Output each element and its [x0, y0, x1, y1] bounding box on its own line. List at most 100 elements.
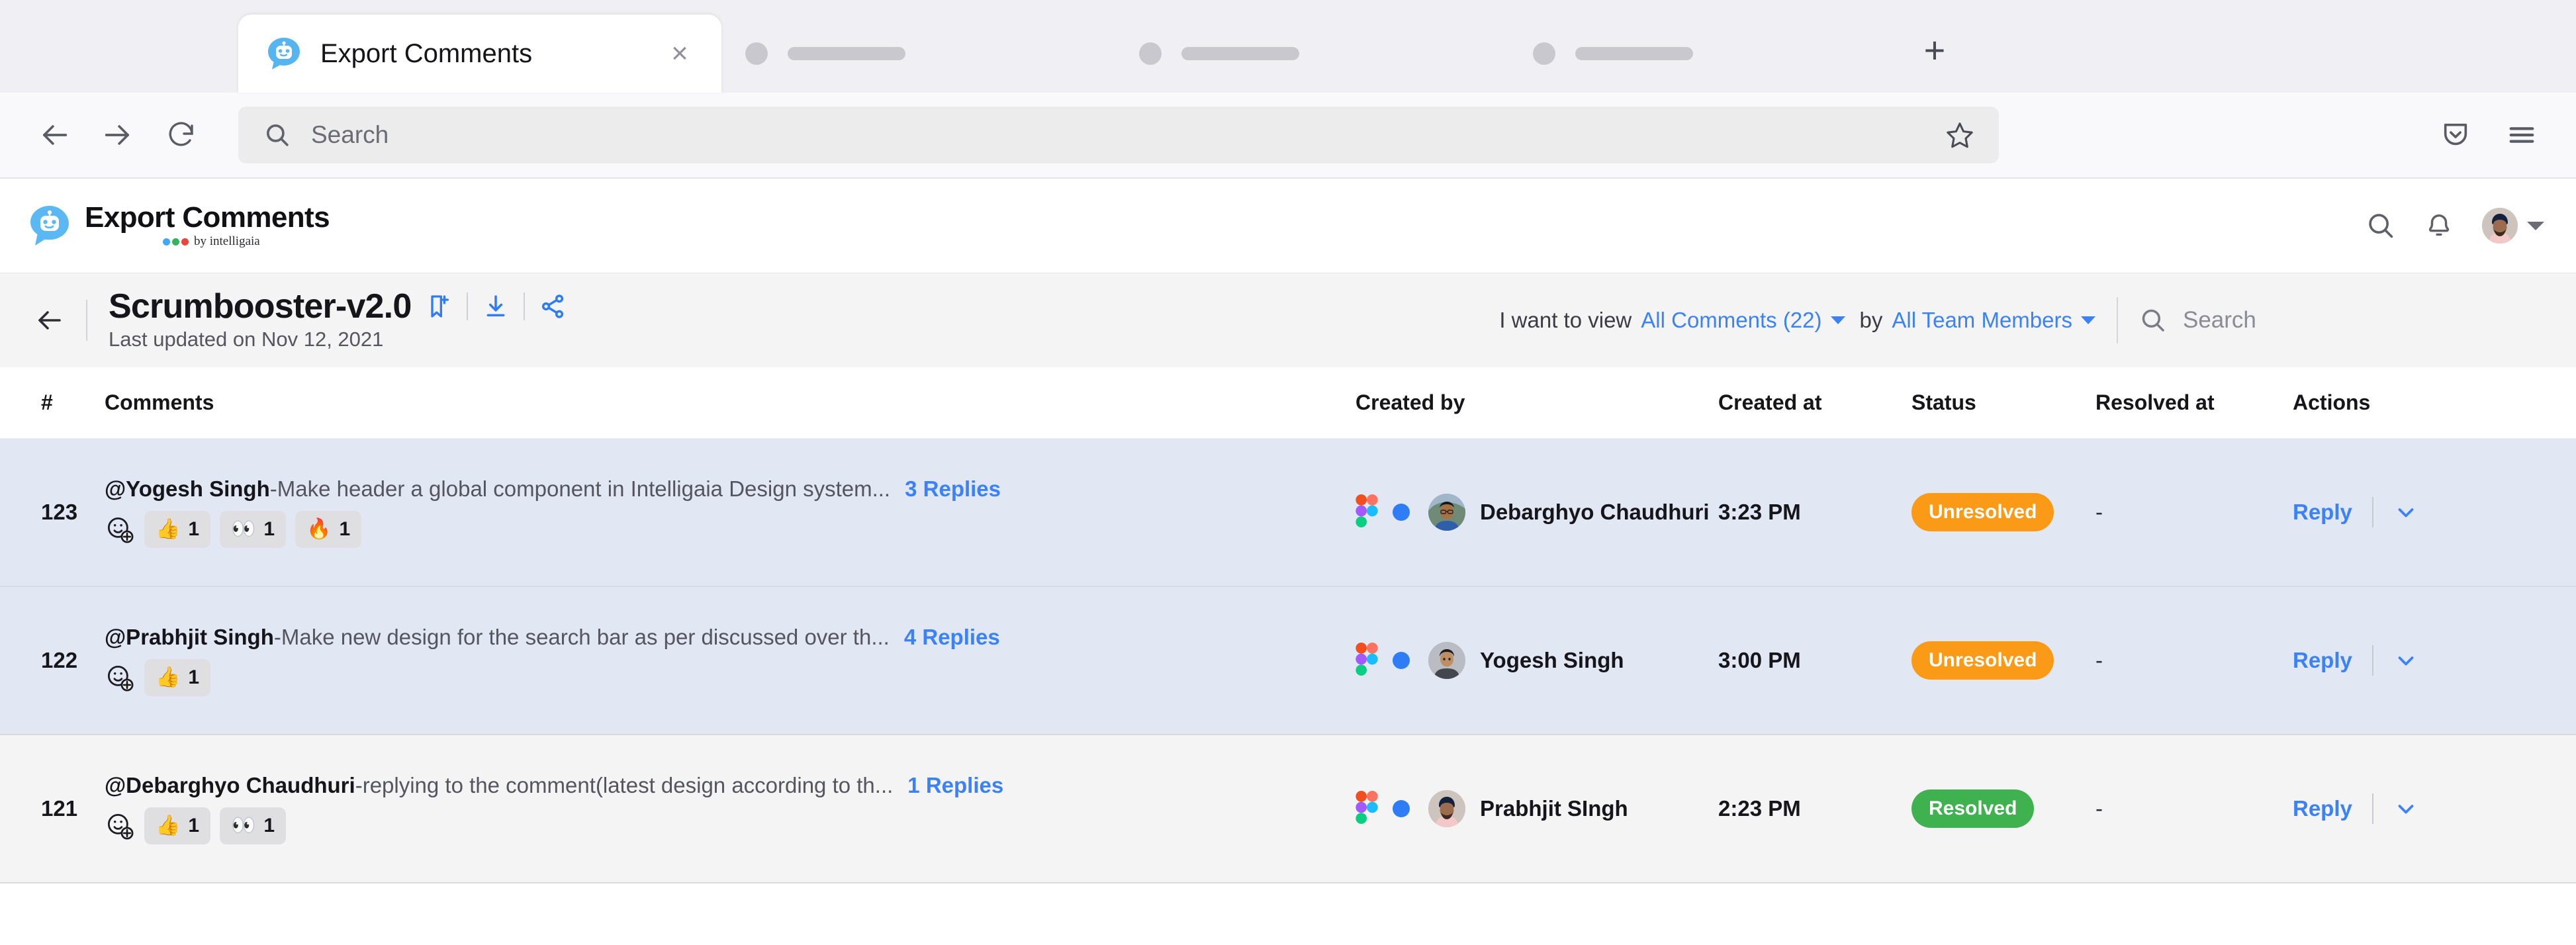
created-at-cell: 3:00 PM	[1718, 648, 1911, 673]
share-icon[interactable]	[539, 293, 566, 320]
reaction-count: 1	[188, 815, 199, 837]
status-cell: Resolved	[1911, 789, 2095, 828]
status-dot-icon	[1393, 800, 1410, 817]
reply-button[interactable]: Reply	[2293, 796, 2352, 821]
chevron-down-icon[interactable]	[2081, 316, 2095, 324]
page-title-row: Scrumbooster-v2.0	[109, 289, 566, 324]
loading-tab-1[interactable]	[721, 15, 1115, 93]
column-header-number: #	[0, 390, 78, 415]
reaction-chip[interactable]: 🔥1	[295, 511, 361, 548]
user-menu[interactable]	[2482, 208, 2544, 244]
replies-link[interactable]: 4 Replies	[904, 625, 1000, 650]
reaction-count: 1	[263, 518, 275, 541]
comment-separator: -	[355, 773, 363, 798]
download-icon[interactable]	[483, 293, 509, 320]
chevron-down-icon[interactable]	[1831, 316, 1845, 324]
reaction-chip[interactable]: 👍1	[144, 511, 210, 548]
add-reaction-icon[interactable]	[105, 662, 135, 693]
pocket-icon[interactable]	[2424, 103, 2487, 167]
loading-tab-2[interactable]	[1115, 15, 1509, 93]
reaction-emoji: 👀	[231, 519, 255, 539]
reload-icon[interactable]	[150, 103, 213, 167]
search-icon[interactable]	[2366, 210, 2396, 241]
browser-nav-bar: Search	[0, 93, 2576, 179]
status-badge: Unresolved	[1911, 493, 2054, 531]
filter-bar: I want to view All Comments (22) by All …	[1499, 297, 2576, 343]
comment-author[interactable]: @Prabhjit Singh	[105, 625, 274, 650]
avatar	[1428, 642, 1465, 679]
column-header-actions: Actions	[2293, 390, 2576, 415]
reply-button[interactable]: Reply	[2293, 648, 2352, 673]
replies-link[interactable]: 1 Replies	[907, 773, 1003, 798]
comments-search-input[interactable]: Search	[2139, 306, 2576, 334]
reaction-emoji: 🔥	[306, 519, 331, 539]
table-row[interactable]: 123@Yogesh Singh - Make header a global …	[0, 439, 2576, 587]
comments-filter-dropdown[interactable]: All Comments (22)	[1641, 308, 1821, 333]
reactions-bar: 👍1👀1	[105, 807, 1356, 844]
intelligaia-dots	[163, 238, 189, 246]
table-row[interactable]: 121 @Debarghyo Chaudhuri - replying to th…	[0, 735, 2576, 883]
back-arrow-icon[interactable]	[23, 103, 86, 167]
close-icon[interactable]: ×	[663, 37, 696, 70]
notification-bell-icon[interactable]	[2424, 210, 2454, 241]
browser-tab-title: Export Comments	[320, 39, 645, 69]
row-number: 121	[41, 796, 77, 821]
new-tab-button[interactable]: +	[1903, 19, 1966, 82]
resolved-at-value: -	[2095, 500, 2103, 524]
browser-tab-export-comments[interactable]: Export Comments ×	[238, 15, 721, 93]
reaction-chip[interactable]: 👍1	[144, 659, 210, 696]
chevron-down-icon[interactable]	[2393, 648, 2418, 673]
comment-body: replying to the comment(latest design ac…	[363, 773, 894, 798]
brand-text: Export Comments by intelligaia	[85, 202, 330, 249]
status-cell: Unresolved	[1911, 641, 2095, 680]
tab-favicon-placeholder	[745, 42, 768, 65]
forward-arrow-icon[interactable]	[86, 103, 150, 167]
chevron-down-icon[interactable]	[2393, 796, 2418, 821]
comment-author[interactable]: @Yogesh Singh	[105, 476, 270, 502]
resolved-at-cell: -	[2095, 648, 2293, 673]
brand-logo-group[interactable]: Export Comments by intelligaia	[28, 202, 330, 249]
toolbar-divider	[524, 292, 525, 320]
comment-author[interactable]: @Debarghyo Chaudhuri	[105, 773, 355, 798]
created-by-cell: Prabhjit SIngh	[1356, 790, 1718, 827]
created-at-cell: 2:23 PM	[1718, 796, 1911, 821]
add-reaction-icon[interactable]	[105, 514, 135, 545]
resolved-at-cell: -	[2095, 500, 2293, 525]
status-cell: Unresolved	[1911, 493, 2095, 531]
reply-button[interactable]: Reply	[2293, 500, 2352, 525]
created-by-cell: Yogesh Singh	[1356, 642, 1718, 679]
members-filter-dropdown[interactable]: All Team Members	[1892, 308, 2072, 333]
app-header-actions	[2366, 208, 2544, 244]
url-placeholder: Search	[311, 121, 1925, 149]
reaction-emoji: 👍	[156, 816, 180, 836]
column-header-created-at: Created at	[1718, 390, 1911, 415]
reaction-chip[interactable]: 👍1	[144, 807, 210, 844]
hamburger-menu-icon[interactable]	[2490, 103, 2553, 167]
comments-table-header: # Comments Created by Created at Status …	[0, 367, 2576, 439]
star-icon[interactable]	[1945, 120, 1982, 150]
replies-link[interactable]: 3 Replies	[905, 476, 1001, 502]
filter-connector-label: by	[1860, 308, 1883, 333]
created-by-name: Debarghyo Chaudhuri	[1480, 500, 1710, 525]
url-search-bar[interactable]: Search	[238, 107, 1999, 163]
chevron-down-icon[interactable]	[2393, 500, 2418, 525]
resolved-at-value: -	[2095, 648, 2103, 672]
reaction-emoji: 👍	[156, 519, 180, 539]
toolbar-divider	[467, 292, 468, 320]
bookmark-add-icon[interactable]	[426, 293, 452, 320]
actions-divider	[2372, 497, 2373, 527]
reaction-chip[interactable]: 👀1	[220, 807, 286, 844]
comment-body: Make new design for the search bar as pe…	[281, 625, 890, 650]
back-arrow-icon[interactable]	[33, 304, 65, 336]
chat-robot-icon	[266, 36, 302, 71]
comment-text-line: @Prabhjit Singh - Make new design for th…	[105, 625, 1356, 650]
row-number-cell: 123	[0, 500, 78, 525]
loading-tab-3[interactable]	[1509, 15, 1903, 93]
add-reaction-icon[interactable]	[105, 811, 135, 841]
table-row[interactable]: 122@Prabhjit Singh - Make new design for…	[0, 587, 2576, 735]
created-by-name: Prabhjit SIngh	[1480, 796, 1628, 821]
chevron-down-icon[interactable]	[2527, 222, 2544, 230]
reaction-chip[interactable]: 👀1	[220, 511, 286, 548]
actions-cell: Reply	[2293, 645, 2576, 676]
brand-byline-label: by intelligaia	[194, 234, 260, 249]
